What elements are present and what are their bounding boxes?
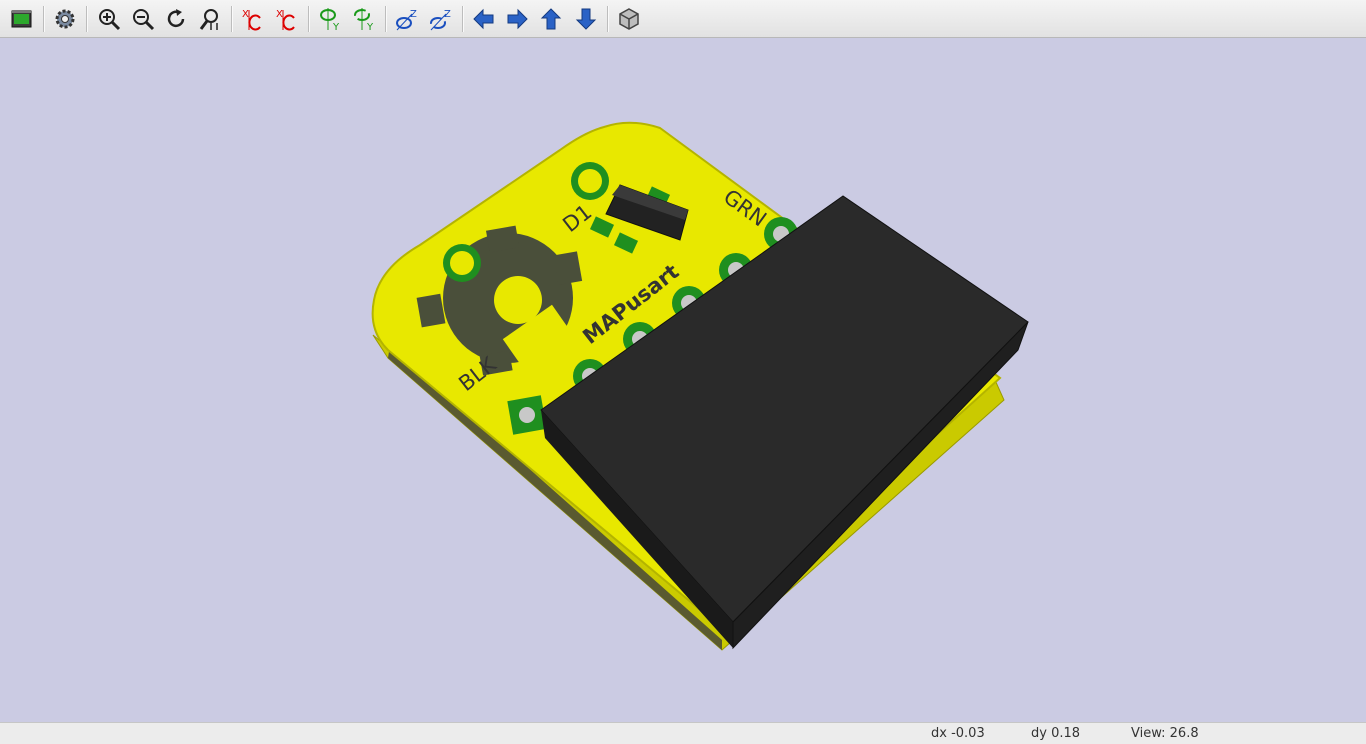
move-right-button[interactable] [502, 4, 532, 34]
rotate-z-ccw-icon: Z [430, 9, 451, 31]
zoom-fit-icon [199, 9, 218, 30]
settings-icon [55, 9, 75, 29]
zoom-fit-button[interactable] [195, 4, 225, 34]
redraw-button[interactable] [161, 4, 191, 34]
toolbar: X X Y Y Z Z [0, 0, 1366, 38]
rotate-z-ccw-button[interactable]: Z [426, 4, 456, 34]
zoom-in-icon [99, 9, 121, 31]
move-left-icon [473, 8, 494, 30]
rotate-y-ccw-icon: Y [354, 8, 374, 32]
zoom-out-icon [133, 9, 155, 31]
export-image-button[interactable] [7, 4, 37, 34]
move-right-icon [507, 8, 528, 30]
zoom-in-button[interactable] [94, 4, 124, 34]
pcb-3d-render: D1 GRN BLK MAPusart [371, 121, 1029, 651]
axis-x-label: X [276, 9, 283, 20]
axis-y-label: Y [366, 22, 374, 32]
rotate-y-cw-button[interactable]: Y [315, 4, 345, 34]
status-view: View: 26.8 [1131, 726, 1199, 741]
move-down-icon [575, 8, 597, 30]
move-up-button[interactable] [536, 4, 566, 34]
rotate-z-cw-icon: Z [396, 9, 417, 31]
settings-button[interactable] [50, 4, 80, 34]
axis-y-label: Y [332, 22, 340, 32]
3d-viewport[interactable]: D1 GRN BLK MAPusart [0, 38, 1366, 722]
redraw-icon [167, 9, 185, 28]
axis-x-label: X [242, 9, 249, 20]
move-up-icon [540, 8, 562, 30]
move-left-button[interactable] [469, 4, 499, 34]
axis-z-label: Z [410, 9, 417, 20]
orthographic-toggle-icon [619, 8, 639, 30]
export-image-icon [11, 10, 32, 28]
rotate-x-ccw-icon: X [276, 9, 295, 31]
move-down-button[interactable] [571, 4, 601, 34]
status-dx: dx -0.03 [931, 726, 985, 741]
status-dy: dy 0.18 [1031, 726, 1081, 741]
zoom-out-button[interactable] [128, 4, 158, 34]
rotate-y-ccw-button[interactable]: Y [349, 4, 379, 34]
axis-z-label: Z [444, 9, 451, 20]
orthographic-toggle-button[interactable] [614, 4, 644, 34]
rotate-y-cw-icon: Y [320, 8, 340, 32]
rotate-x-cw-icon: X [242, 9, 261, 31]
rotate-x-ccw-button[interactable]: X [272, 4, 302, 34]
rotate-z-cw-button[interactable]: Z [392, 4, 422, 34]
status-bar: dx -0.03 dy 0.18 View: 26.8 [0, 722, 1366, 744]
rotate-x-cw-button[interactable]: X [238, 4, 268, 34]
